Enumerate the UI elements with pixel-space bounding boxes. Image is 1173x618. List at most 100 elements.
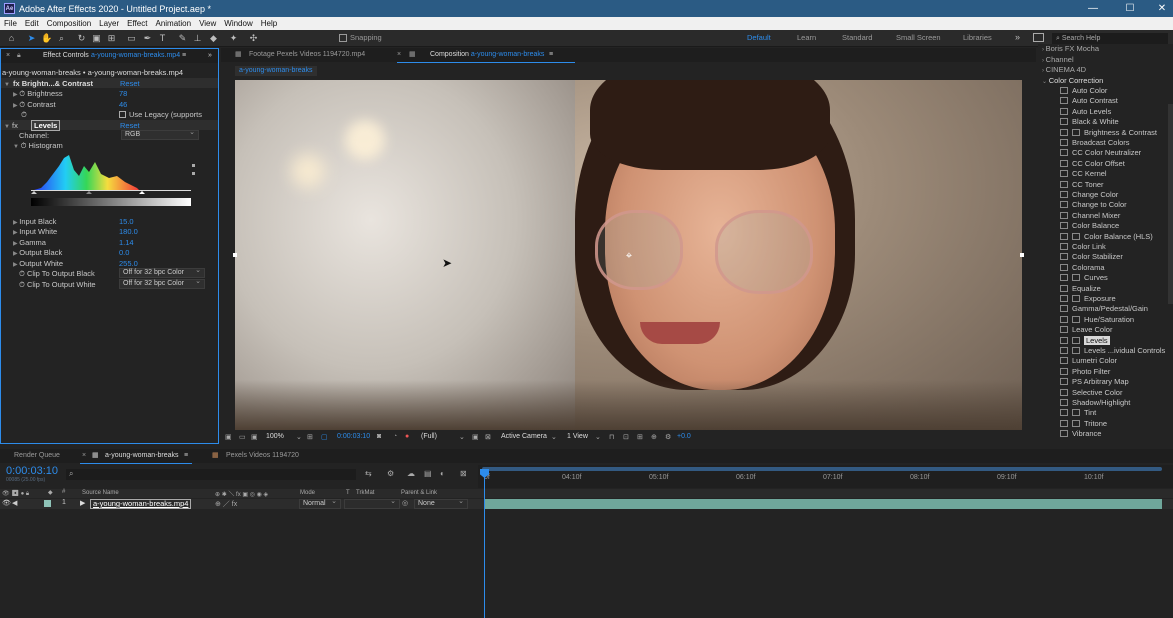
fast-preview-icon[interactable]: ⊞ (637, 433, 643, 441)
audio-icon[interactable]: ◀ (12, 499, 17, 507)
effects-scrollbar[interactable] (1168, 104, 1173, 304)
effect-item[interactable]: Selective Color (1060, 388, 1122, 397)
transparency-grid-icon[interactable]: ⊠ (485, 433, 491, 441)
clip-white-dropdown[interactable]: Off for 32 bpc Color (119, 278, 205, 289)
zoom-value[interactable]: 100% (266, 433, 284, 440)
fit-icon[interactable]: ⊞ (307, 433, 313, 441)
output-black-value[interactable]: 0.0 (119, 248, 129, 257)
effect-item[interactable]: Leave Color (1060, 325, 1112, 334)
timeline-search-field[interactable]: ⌕ (66, 469, 356, 480)
motion-blur-icon[interactable]: ◐ (440, 469, 445, 478)
input-white-value[interactable]: 180.0 (119, 227, 138, 236)
lock-icon[interactable]: ▦ (235, 48, 242, 62)
minimize-icon[interactable]: — (1077, 0, 1109, 17)
settings-icon[interactable]: ⚙ (665, 433, 671, 441)
reset-exposure-icon[interactable]: ⊡ (623, 433, 629, 441)
more-workspaces-icon[interactable]: » (1015, 32, 1020, 42)
effect-item[interactable]: Levels ...ividual Controls (1060, 346, 1165, 355)
effect-item[interactable]: CC Toner (1060, 180, 1104, 189)
effect-item[interactable]: CC Kernel (1060, 169, 1107, 178)
effect-item[interactable]: Curves (1060, 273, 1108, 282)
layer-parent-dropdown[interactable]: None (414, 498, 468, 509)
levels-reset-link[interactable]: Reset (120, 121, 140, 130)
roto-brush-tool-icon[interactable]: ✦ (228, 33, 239, 44)
bc-expand-icon[interactable]: ▼ (4, 79, 10, 88)
hand-tool-icon[interactable]: ✋ (41, 33, 52, 44)
rotate-tool-icon[interactable]: ↻ (76, 33, 87, 44)
maximize-icon[interactable]: ☐ (1114, 0, 1146, 17)
av-features-icon[interactable]: 👁 ◀ ● 🔒︎ (2, 490, 29, 498)
effect-item[interactable]: Auto Contrast (1060, 96, 1118, 105)
menu-composition[interactable]: Composition (43, 19, 95, 28)
stopwatch-icon[interactable]: ⏱ (21, 141, 29, 150)
menu-window[interactable]: Window (220, 19, 256, 28)
effect-item[interactable]: Tritone (1060, 419, 1107, 428)
roi-icon[interactable]: ▣ (472, 433, 479, 441)
effect-item[interactable]: Equalize (1060, 284, 1101, 293)
snapping-checkbox[interactable] (339, 34, 347, 42)
eraser-tool-icon[interactable]: ◆ (208, 33, 219, 44)
switches-icon[interactable]: ⊕ ✱ ＼ fx ▣ ◎ ◉ ◈ (215, 489, 268, 498)
chevron-down-icon[interactable]: ⌄ (459, 433, 465, 441)
zoom-tool-icon[interactable]: ⌕ (56, 33, 67, 44)
col-source-name[interactable]: Source Name (82, 490, 119, 496)
camera-tool-icon[interactable]: ▣ (91, 33, 102, 44)
timeline-footage-tab[interactable]: Pexels Videos 1194720 (226, 449, 299, 463)
layer-name[interactable]: a-young-woman-breaks.mp4 (90, 499, 192, 509)
effect-item[interactable]: Levels (1060, 335, 1110, 345)
viewer-timecode[interactable]: 0:00:03:10 (337, 433, 370, 440)
close-tab-icon[interactable]: × (6, 49, 10, 63)
input-black-value[interactable]: 15.0 (119, 217, 134, 226)
region-icon[interactable]: ▢ (321, 433, 328, 441)
grid-icon[interactable]: ▭ (239, 433, 246, 441)
col-parent-link[interactable]: Parent & Link (401, 490, 437, 496)
levels-expand-icon[interactable]: ▼ fx (4, 121, 18, 130)
exposure-value[interactable]: +0.0 (677, 433, 691, 440)
effect-item[interactable]: Color Stabilizer (1060, 252, 1123, 261)
brush-tool-icon[interactable]: ✎ (177, 33, 188, 44)
layer-row[interactable]: 👁 ◀ 1 ▶ a-young-woman-breaks.mp4 ⊕ ／ fx … (0, 498, 1173, 509)
close-tab-icon[interactable]: × (82, 449, 86, 463)
effect-item[interactable]: Hue/Saturation (1060, 315, 1134, 324)
menu-view[interactable]: View (195, 19, 220, 28)
effect-item[interactable]: Auto Levels (1060, 107, 1111, 116)
effect-item[interactable]: Color Link (1060, 242, 1106, 251)
legacy-stopwatch-icon[interactable]: ⏱ (21, 110, 27, 120)
comp-mini-flowchart-icon[interactable]: ⇆ (365, 469, 372, 478)
close-icon[interactable]: ✕ (1146, 0, 1173, 17)
workspace-default[interactable]: Default (747, 33, 771, 42)
menu-effect[interactable]: Effect (123, 19, 151, 28)
menu-edit[interactable]: Edit (21, 19, 43, 28)
effect-item[interactable]: Change Color (1060, 190, 1118, 199)
effect-item[interactable]: Change to Color (1060, 200, 1127, 209)
bounding-handle[interactable] (233, 253, 237, 257)
menu-layer[interactable]: Layer (95, 19, 123, 28)
effect-item[interactable]: Broadcast Colors (1060, 138, 1130, 147)
render-queue-tab[interactable]: Render Queue (14, 449, 60, 463)
close-tab-icon[interactable]: × (397, 48, 401, 62)
expand-icon[interactable]: » (208, 49, 212, 63)
pen-tool-icon[interactable]: ✒ (142, 33, 153, 44)
group-channel[interactable]: › Channel (1042, 55, 1074, 64)
group-cinema4d[interactable]: › CINEMA 4D (1042, 65, 1086, 74)
panel-menu-icon[interactable]: ≡ (549, 48, 553, 62)
playhead-line[interactable] (484, 473, 485, 618)
puppet-tool-icon[interactable]: ✣ (248, 33, 259, 44)
channel-dropdown[interactable]: RGB (121, 129, 199, 140)
effect-item[interactable]: Color Balance (HLS) (1060, 232, 1153, 241)
layer-trkmat-dropdown[interactable] (344, 498, 400, 509)
timeline-timecode[interactable]: 0:00:03:10 (6, 465, 58, 477)
menu-animation[interactable]: Animation (151, 19, 195, 28)
visibility-eye-icon[interactable]: 👁 (2, 499, 11, 507)
effect-item[interactable]: Tint (1060, 408, 1096, 417)
stopwatch-icon[interactable]: ⏱ (19, 280, 27, 289)
views-dropdown[interactable]: 1 View (567, 433, 588, 440)
effect-item[interactable]: Auto Color (1060, 86, 1107, 95)
workspace-libraries[interactable]: Libraries (963, 33, 992, 42)
levels-histogram[interactable] (29, 152, 199, 212)
workspace-panel-icon[interactable] (1033, 33, 1044, 42)
lock-icon[interactable]: ▦ (409, 48, 416, 62)
footage-tab[interactable]: Footage Pexels Videos 1194720.mp4 (249, 48, 365, 62)
lock-icon[interactable]: 🔒︎ (17, 49, 21, 63)
layer-expand-icon[interactable]: ▶ (80, 499, 85, 507)
